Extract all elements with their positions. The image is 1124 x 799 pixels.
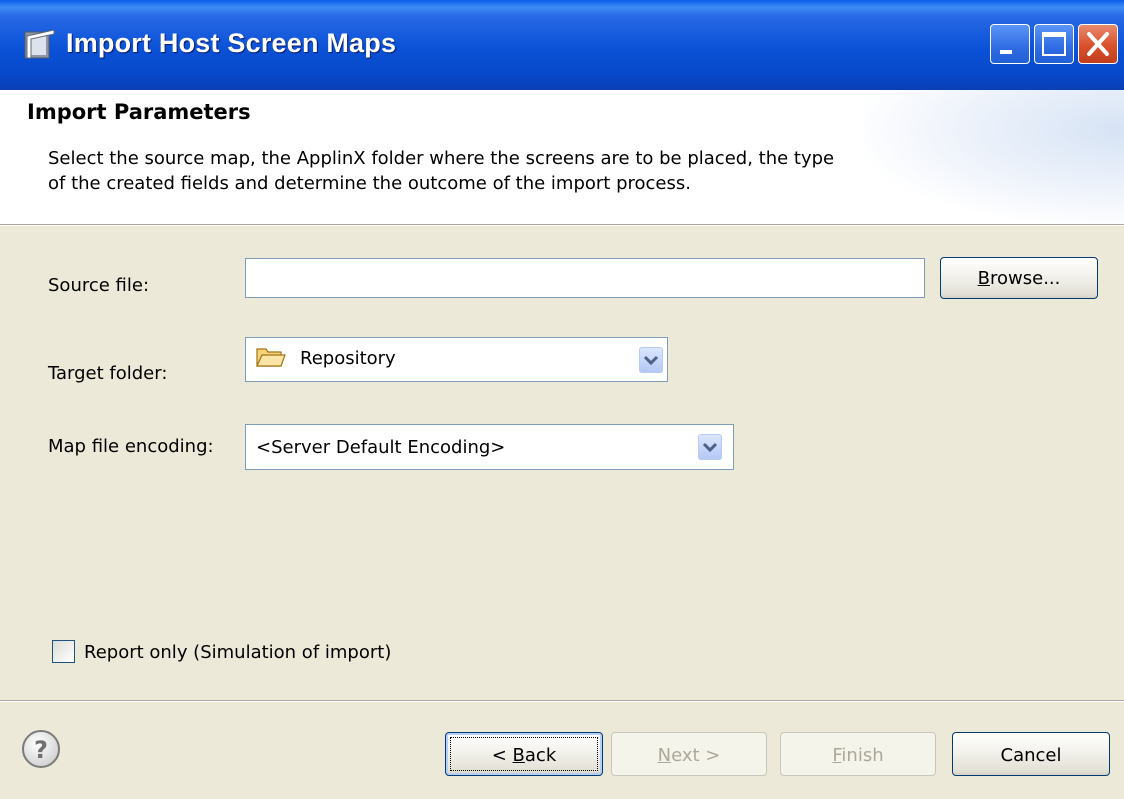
browse-button-label: Browse... (977, 268, 1061, 289)
source-file-label: Source file: (48, 275, 150, 296)
folder-icon (256, 345, 286, 374)
chevron-down-icon (643, 355, 659, 366)
chevron-down-icon (702, 442, 718, 453)
window-title: Import Host Screen Maps (66, 28, 397, 58)
browse-button[interactable]: Browse... (940, 257, 1098, 299)
map-file-encoding-combo[interactable]: <Server Default Encoding> (245, 424, 734, 470)
svg-text:?: ? (34, 736, 48, 764)
title-bar[interactable]: Import Host Screen Maps (0, 0, 1124, 90)
close-icon (1087, 32, 1109, 56)
header-divider (0, 224, 1124, 226)
minimize-button[interactable] (990, 24, 1030, 64)
window-icon (24, 28, 58, 60)
back-button-label: < Back (491, 745, 557, 766)
target-folder-combo[interactable]: Repository (245, 337, 668, 382)
map-file-encoding-label: Map file encoding: (48, 436, 214, 457)
maximize-button[interactable] (1034, 24, 1074, 64)
map-file-encoding-dropdown-button[interactable] (698, 434, 722, 460)
finish-button[interactable]: Finish (780, 732, 936, 776)
minimize-icon (1000, 50, 1012, 54)
target-folder-label: Target folder: (48, 363, 168, 384)
import-dialog: Import Host Screen Maps Import Parameter… (0, 0, 1124, 799)
map-file-encoding-value: <Server Default Encoding> (256, 437, 506, 458)
report-only-checkbox[interactable] (52, 640, 75, 663)
wizard-header: Import Parameters Select the source map,… (0, 90, 1124, 224)
finish-button-label: Finish (832, 745, 884, 766)
page-title: Import Parameters (27, 100, 251, 124)
description-line: of the created fields and determine the … (48, 173, 691, 194)
cancel-button-label: Cancel (1000, 745, 1062, 766)
next-button[interactable]: Next > (611, 732, 767, 776)
page-description: Select the source map, the ApplinX folde… (48, 146, 948, 196)
source-file-input[interactable] (245, 258, 925, 298)
target-folder-dropdown-button[interactable] (639, 347, 663, 373)
next-button-label: Next > (657, 745, 721, 766)
target-folder-value: Repository (300, 348, 396, 369)
help-icon: ? (22, 730, 60, 768)
maximize-icon (1042, 32, 1066, 56)
footer-divider (0, 700, 1124, 702)
cancel-button[interactable]: Cancel (952, 732, 1110, 776)
close-button[interactable] (1078, 24, 1118, 64)
help-button[interactable]: ? (20, 728, 62, 775)
report-only-label[interactable]: Report only (Simulation of import) (84, 642, 391, 663)
back-button[interactable]: < Back (445, 732, 603, 776)
description-line: Select the source map, the ApplinX folde… (48, 148, 835, 169)
